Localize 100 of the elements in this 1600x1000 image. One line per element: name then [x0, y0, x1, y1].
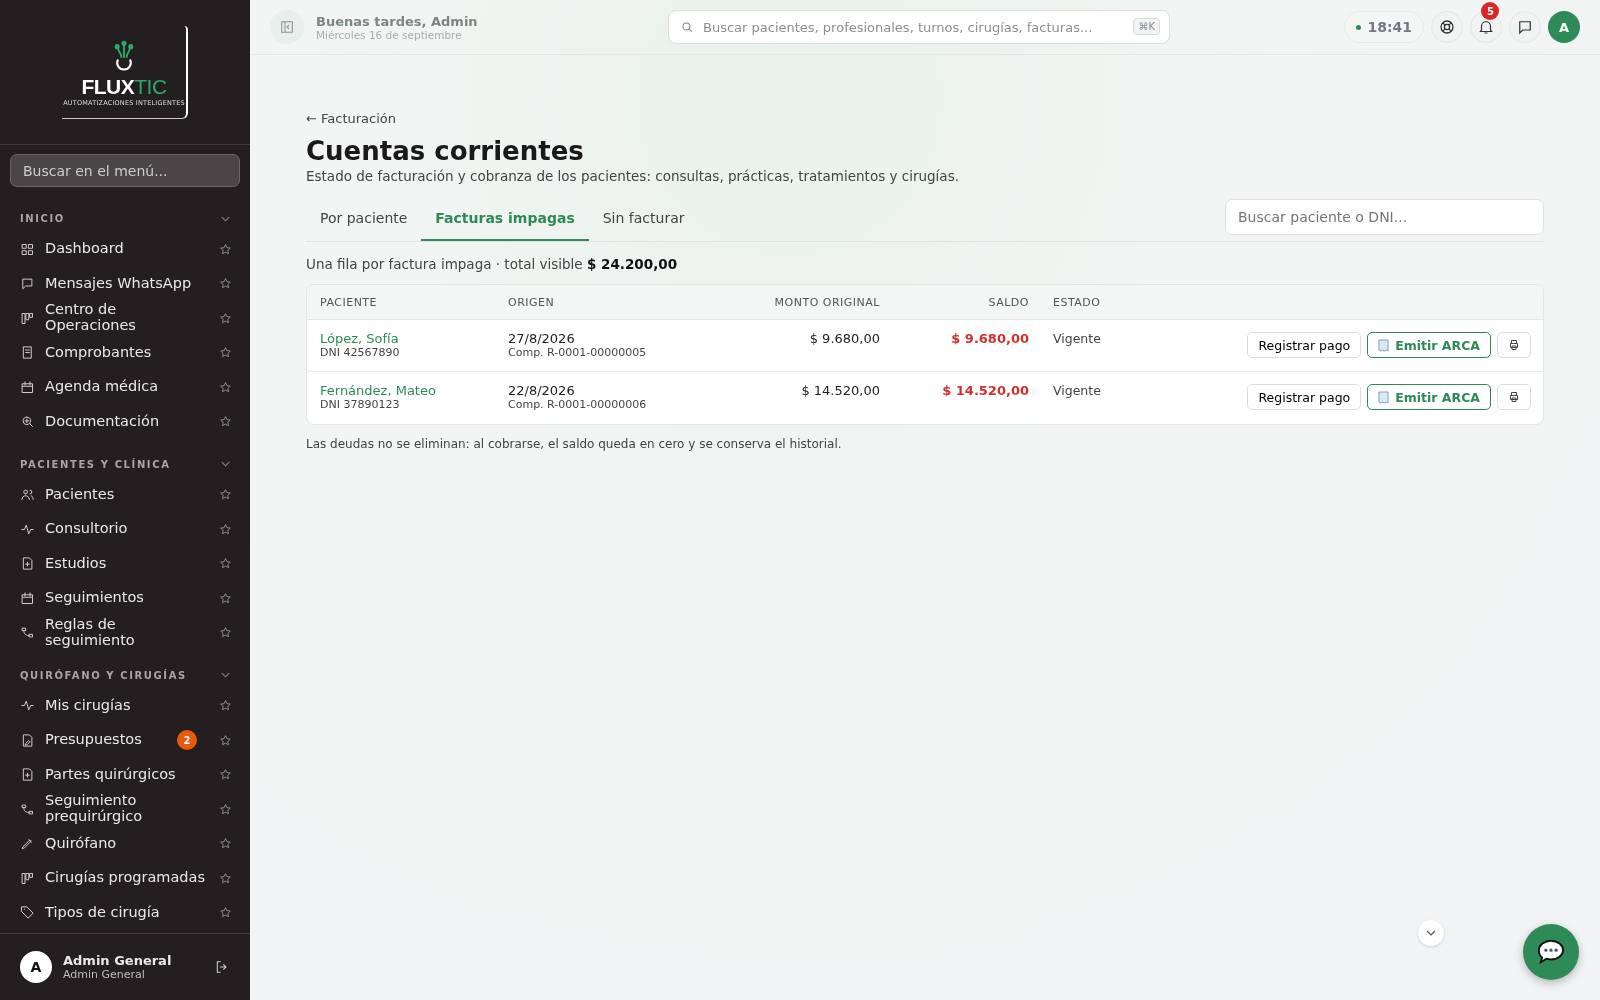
patient-dni: DNI 42567890: [320, 346, 401, 359]
menu-item-icon: [20, 241, 35, 257]
balance-amount: $ 9.680,00: [951, 331, 1029, 346]
tab[interactable]: Facturas impagas: [421, 198, 589, 241]
balance-amount: $ 14.520,00: [942, 383, 1029, 398]
section-title: PACIENTES Y CLÍNICA: [20, 458, 171, 470]
count-badge: 2: [177, 730, 197, 750]
chevron-icon[interactable]: [221, 215, 230, 222]
star-icon[interactable]: [219, 871, 232, 885]
nav-item[interactable]: Tipos de cirugía: [10, 895, 240, 930]
section-title: INICIO: [20, 213, 65, 224]
page-subtitle: Estado de facturación y cobranza de los pacientes: consultas, prácticas, tratamientos y cirugías.: [306, 168, 960, 184]
column-header: PACIENTE: [319, 295, 379, 309]
menu-item-icon: [20, 556, 35, 571]
printer-icon: [1508, 391, 1520, 403]
nav-item[interactable]: Agenda médica: [10, 370, 240, 404]
menu-item-icon: [20, 698, 35, 713]
column-header: SALDO: [987, 295, 1029, 309]
messages-button[interactable]: [1509, 11, 1541, 43]
star-icon[interactable]: [219, 346, 232, 359]
nav-item[interactable]: Centro de Operaciones: [10, 301, 240, 335]
menu-item-icon: [20, 379, 35, 395]
chevron-icon[interactable]: [221, 672, 230, 678]
nav-item[interactable]: Seguimiento prequirúrgico: [10, 792, 240, 826]
invoice-date: 22/8/2026: [508, 383, 576, 398]
star-icon[interactable]: [219, 311, 232, 325]
star-icon[interactable]: [219, 488, 232, 501]
page-title: Cuentas corrientes: [306, 136, 585, 166]
patient-dni: DNI 37890123: [320, 398, 401, 411]
tab[interactable]: Sin facturar: [588, 198, 699, 241]
star-icon[interactable]: [219, 768, 232, 781]
invoice-date: 27/8/2026: [508, 331, 576, 346]
patient-link[interactable]: López, Sofía: [320, 331, 508, 346]
star-icon[interactable]: [219, 380, 232, 394]
date-text: Miércoles 16 de septiembre: [316, 28, 463, 41]
star-icon[interactable]: [219, 626, 232, 639]
help-button[interactable]: [1431, 11, 1463, 43]
menu-item-icon: [20, 590, 35, 606]
back-link[interactable]: ← Facturación: [306, 111, 397, 126]
nav-item[interactable]: Consultorio: [10, 512, 240, 546]
user-avatar-button[interactable]: A: [1548, 11, 1580, 43]
footnote-text: Las deudas no se eliminan: al cobrarse, el saldo queda en cero y se conserva el historial.: [306, 437, 843, 451]
star-icon[interactable]: [219, 557, 232, 570]
star-icon[interactable]: [219, 699, 232, 712]
nav-item[interactable]: Cirugías programadas: [10, 861, 240, 895]
nav-item[interactable]: Mensajes WhatsApp: [10, 266, 240, 301]
chevron-down-icon: [1426, 930, 1436, 936]
star-icon[interactable]: [219, 415, 232, 428]
emit-invoice-button[interactable]: Emitir ARCA: [1367, 384, 1491, 410]
menu-search-field[interactable]: Buscar en el menú...: [10, 154, 240, 187]
speech-bubble-icon: [1536, 938, 1566, 966]
menu-item-icon: [20, 310, 35, 326]
star-icon[interactable]: [219, 837, 232, 850]
nav-item[interactable]: Partes quirúrgicos: [10, 757, 240, 792]
star-icon[interactable]: [219, 242, 232, 256]
tab[interactable]: Por paciente: [306, 198, 422, 241]
star-icon[interactable]: [219, 802, 232, 816]
nav-item[interactable]: Reglas de seguimiento: [10, 615, 240, 650]
star-icon[interactable]: [219, 906, 232, 919]
patient-search-field[interactable]: Buscar paciente o DNI...: [1225, 198, 1544, 235]
nav-item[interactable]: Dashboard: [10, 232, 240, 266]
star-icon[interactable]: [219, 277, 232, 290]
patient-link[interactable]: Fernández, Mateo: [320, 383, 508, 398]
printer-icon: [1508, 339, 1520, 351]
user-avatar: A: [20, 951, 52, 983]
print-button[interactable]: [1497, 332, 1531, 358]
star-icon[interactable]: [219, 591, 232, 605]
print-button[interactable]: [1497, 384, 1531, 410]
register-payment-button[interactable]: Registrar pago: [1247, 332, 1362, 358]
nav-item[interactable]: Mis cirugías: [10, 688, 240, 723]
section-title: QUIRÓFANO Y CIRUGÍAS: [20, 669, 187, 681]
star-icon[interactable]: [219, 522, 232, 536]
receipt-icon: [1378, 390, 1390, 404]
nav-item[interactable]: Presupuestos 2: [10, 723, 240, 757]
chat-button[interactable]: [1523, 924, 1579, 980]
sidebar-toggle-button[interactable]: [270, 10, 304, 44]
logo-wordmark: FLUXTIC: [81, 76, 167, 97]
register-payment-button[interactable]: Registrar pago: [1247, 384, 1362, 410]
nav-item[interactable]: Comprobantes: [10, 335, 240, 370]
original-amount: $ 14.520,00: [801, 383, 880, 398]
nav-item[interactable]: Documentación: [10, 404, 240, 439]
receipt-icon: [1378, 338, 1390, 352]
user-name: Admin General: [63, 953, 173, 968]
nav-item[interactable]: Estudios: [10, 546, 240, 581]
menu-item-icon: [20, 414, 35, 429]
star-icon[interactable]: [219, 733, 232, 747]
chevron-icon[interactable]: [221, 461, 230, 467]
nav-item[interactable]: Quirófano: [10, 826, 240, 861]
original-amount: $ 9.680,00: [809, 331, 880, 346]
column-header: ESTADO: [1052, 295, 1102, 309]
emit-invoice-button[interactable]: Emitir ARCA: [1367, 332, 1491, 358]
nav-item[interactable]: Seguimientos: [10, 581, 240, 615]
voucher-number: Comp. R-0001-00000006: [508, 398, 648, 411]
summary-text: Una fila por factura impaga · total visible $ 24.200,00: [306, 256, 679, 272]
status-text: Vigente: [1053, 331, 1101, 346]
voucher-number: Comp. R-0001-00000005: [508, 346, 648, 359]
menu-item-icon: [20, 625, 35, 640]
nav-item[interactable]: Pacientes: [10, 477, 240, 512]
clock: 18:41: [1344, 11, 1424, 43]
menu-item-icon: [20, 905, 35, 920]
